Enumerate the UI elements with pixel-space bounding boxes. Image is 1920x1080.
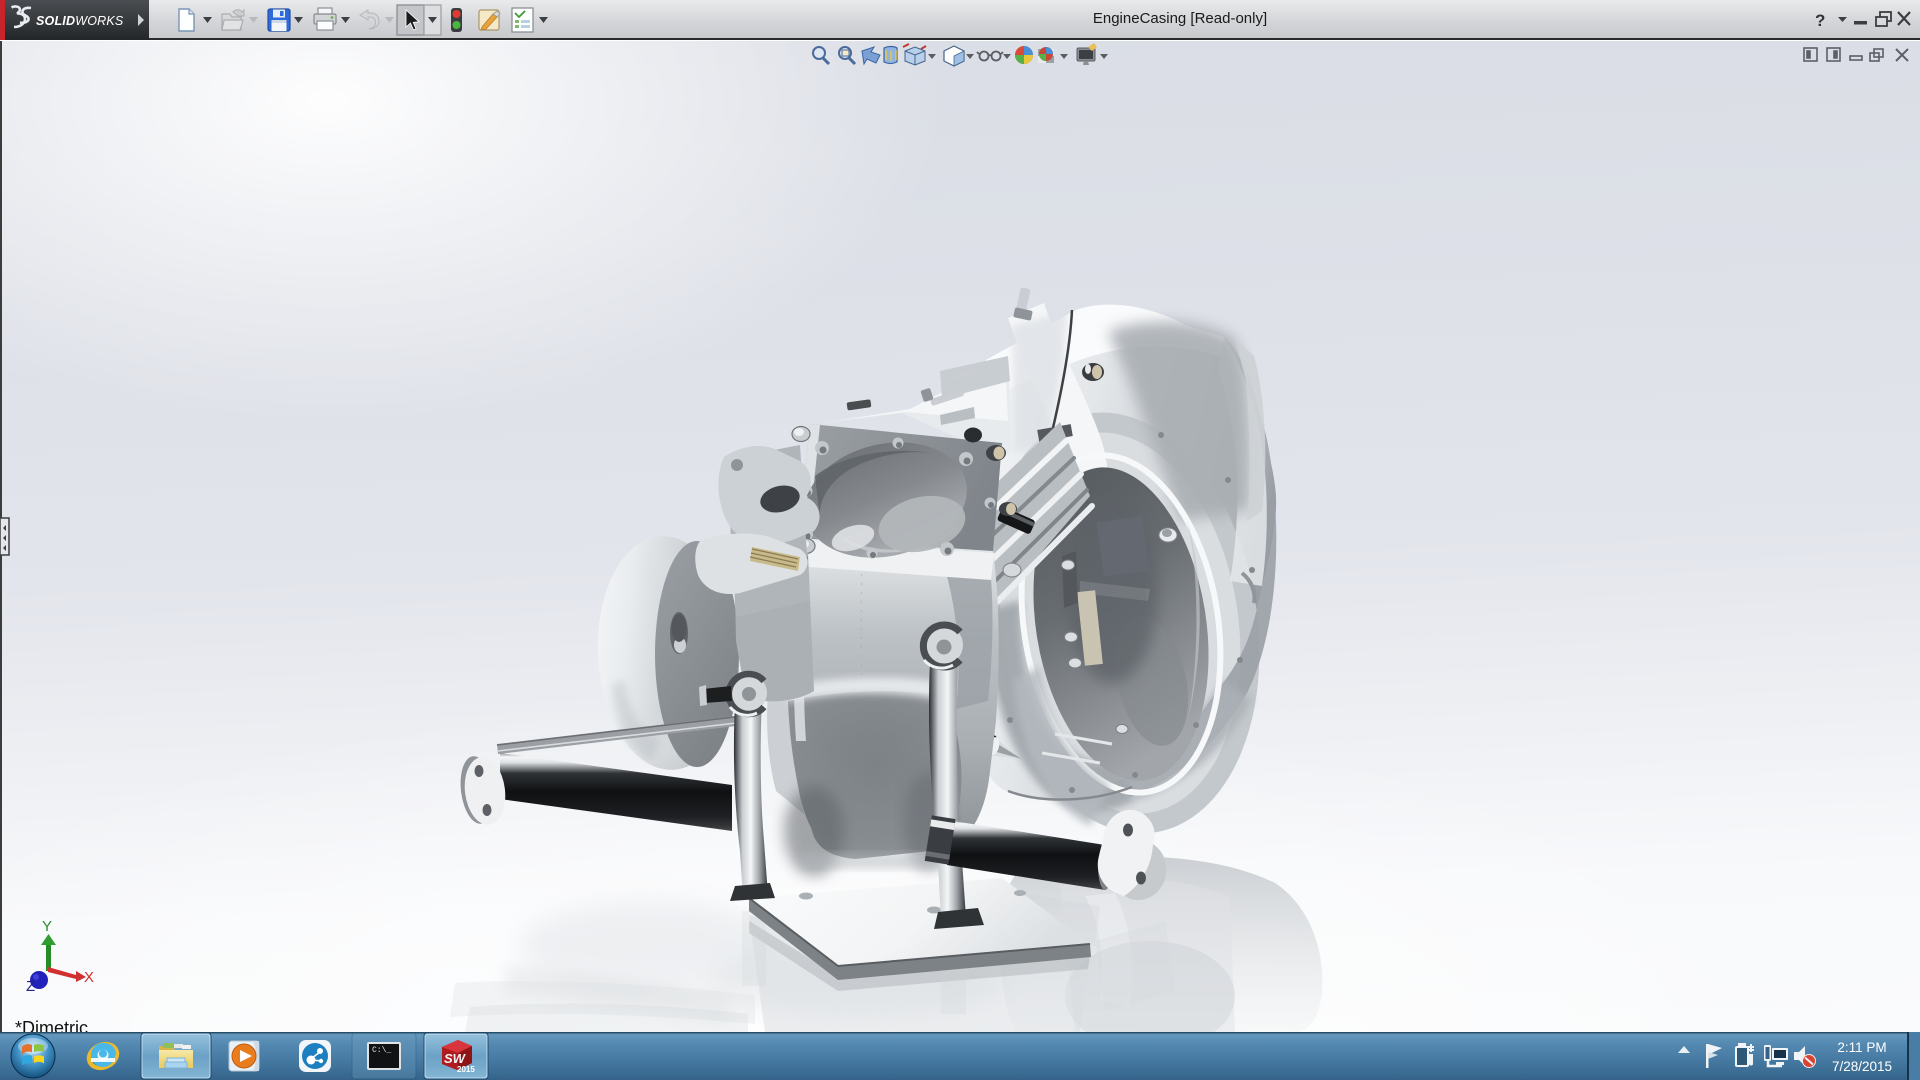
svg-text:*Dimetric: *Dimetric xyxy=(15,1018,88,1032)
svg-text:Y: Y xyxy=(42,918,52,935)
svg-text:SOLIDWORKS: SOLIDWORKS xyxy=(36,14,124,28)
svg-text:X: X xyxy=(84,969,94,986)
svg-text:C:\_: C:\_ xyxy=(372,1046,391,1055)
svg-text:2:11 PM: 2:11 PM xyxy=(1837,1040,1886,1055)
svg-text:2015: 2015 xyxy=(457,1065,475,1074)
svg-text:?: ? xyxy=(1815,11,1825,30)
svg-text:SW: SW xyxy=(444,1051,467,1066)
svg-text:Z: Z xyxy=(26,978,35,995)
svg-text:7/28/2015: 7/28/2015 xyxy=(1832,1059,1892,1074)
